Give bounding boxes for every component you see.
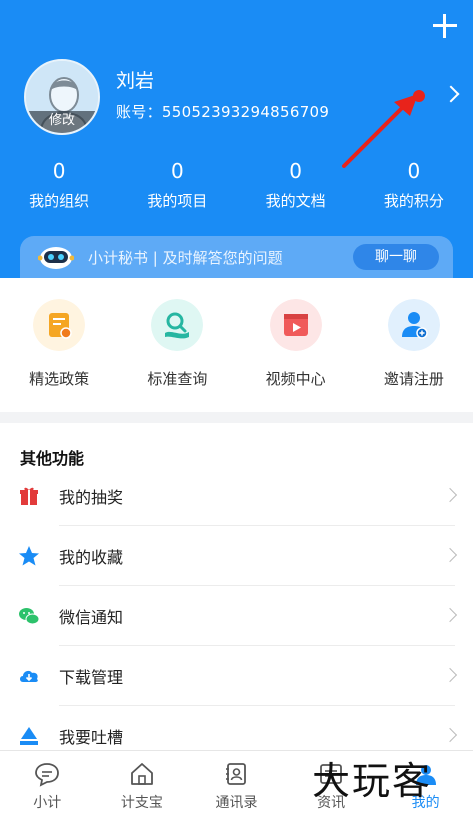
contacts-icon	[226, 763, 247, 785]
nav-item-contacts[interactable]: 通讯录	[189, 751, 284, 815]
gift-icon	[20, 487, 38, 505]
wechat-icon	[19, 608, 40, 625]
avatar-edit-label[interactable]: 修改	[26, 111, 98, 133]
quick-item-policy[interactable]: 精选政策	[0, 278, 118, 412]
chevron-right-icon	[442, 547, 458, 563]
secretary-banner[interactable]: 小计秘书 | 及时解答您的问题 聊一聊	[20, 236, 453, 278]
stats-row: 0 我的组织 0 我的项目 0 我的文档 0 我的积分	[0, 158, 473, 211]
invite-icon	[387, 299, 440, 351]
chevron-right-icon	[442, 727, 458, 743]
menu-label: 我要吐槽	[59, 728, 124, 747]
chevron-right-icon	[442, 487, 458, 503]
menu-item-favorites[interactable]: 我的收藏	[0, 526, 473, 586]
robot-icon	[38, 247, 74, 269]
quick-item-video[interactable]: 视频中心	[237, 278, 355, 412]
stat-organization[interactable]: 0 我的组织	[0, 158, 118, 211]
nav-label: 计支宝	[120, 795, 163, 811]
menu-label: 微信通知	[59, 608, 124, 627]
quick-item-invite[interactable]: 邀请注册	[355, 278, 473, 412]
chevron-right-icon[interactable]	[442, 85, 460, 103]
chat-icon	[35, 763, 60, 787]
stat-value: 0	[52, 159, 66, 183]
quick-functions: 精选政策 标准查询 视频中心 邀请注册	[0, 278, 473, 412]
quick-item-standard[interactable]: 标准查询	[118, 278, 236, 412]
video-icon	[269, 299, 322, 351]
stat-label: 我的文档	[265, 192, 326, 210]
policy-icon	[33, 299, 86, 351]
stat-label: 我的项目	[147, 192, 208, 210]
secretary-text: 小计秘书 | 及时解答您的问题	[88, 249, 283, 267]
quick-label: 邀请注册	[383, 370, 444, 388]
chevron-right-icon	[442, 607, 458, 623]
username: 刘岩	[116, 70, 155, 92]
nav-label: 小计	[33, 795, 62, 811]
stat-value: 0	[407, 159, 421, 183]
chat-button[interactable]: 聊一聊	[353, 244, 439, 270]
stat-projects[interactable]: 0 我的项目	[118, 158, 236, 211]
nav-item-jizhibao[interactable]: 计支宝	[95, 751, 190, 815]
home-icon	[130, 763, 153, 785]
quick-label: 精选政策	[29, 370, 90, 388]
menu-item-lottery[interactable]: 我的抽奖	[0, 466, 473, 526]
stat-documents[interactable]: 0 我的文档	[237, 158, 355, 211]
standard-search-icon	[151, 299, 204, 351]
quick-label: 标准查询	[147, 370, 208, 388]
watermark-text: 大玩客	[312, 759, 433, 803]
menu-item-wechat[interactable]: 微信通知	[0, 586, 473, 646]
stat-value: 0	[289, 159, 302, 183]
red-dot-marker	[413, 90, 425, 102]
add-button[interactable]	[431, 12, 459, 40]
feedback-icon	[20, 727, 38, 745]
quick-label: 视频中心	[265, 370, 326, 388]
menu-item-downloads[interactable]: 下载管理	[0, 646, 473, 706]
stat-points[interactable]: 0 我的积分	[355, 158, 473, 211]
avatar[interactable]: 修改	[24, 59, 100, 135]
account-number: 账号：55052393294856709	[116, 103, 330, 121]
nav-label: 通讯录	[215, 795, 258, 811]
star-icon	[19, 546, 39, 566]
profile-header: 修改 刘岩 账号：55052393294856709 0 我的组织 0 我的项目…	[0, 0, 473, 278]
menu-label: 我的收藏	[59, 548, 124, 567]
stat-value: 0	[171, 159, 184, 183]
menu-label: 下载管理	[59, 668, 124, 687]
stat-label: 我的积分	[383, 192, 444, 210]
chevron-right-icon	[442, 667, 458, 683]
menu-label: 我的抽奖	[59, 488, 124, 507]
nav-item-xiaoji[interactable]: 小计	[0, 751, 95, 815]
cloud-download-icon	[20, 670, 38, 682]
stat-label: 我的组织	[29, 192, 90, 210]
